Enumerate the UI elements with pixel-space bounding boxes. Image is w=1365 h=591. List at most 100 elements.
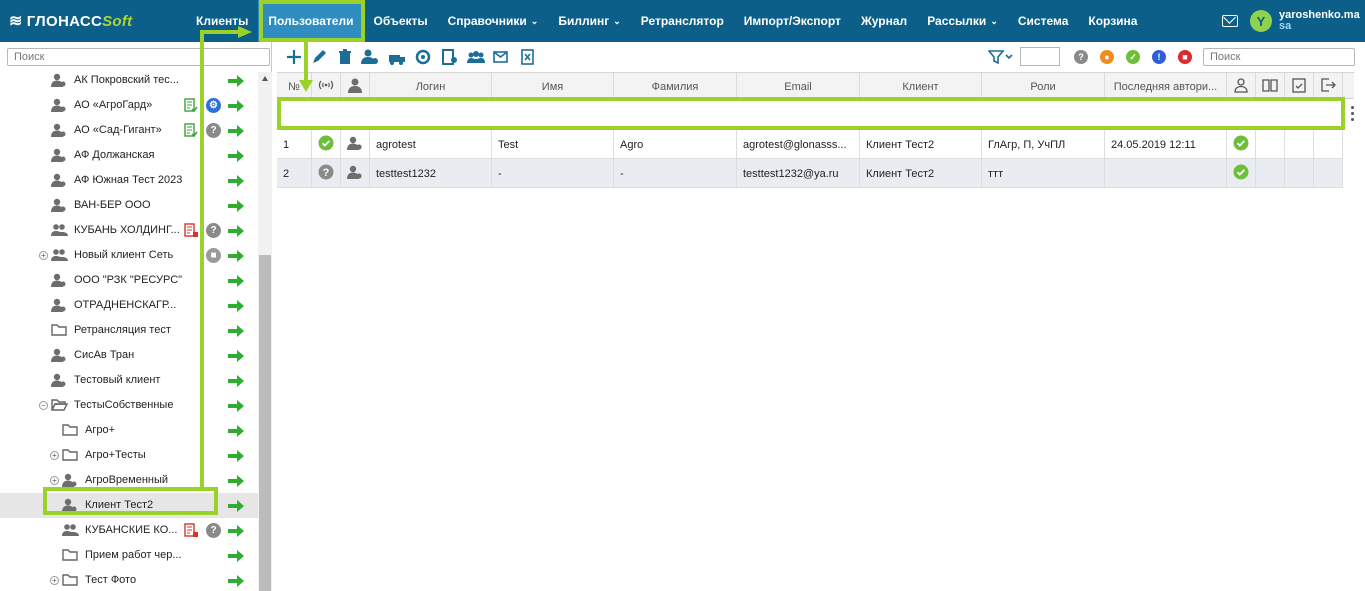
user-name-block[interactable]: yaroshenko.ma sa <box>1279 10 1365 32</box>
expand-icon[interactable]: + <box>50 476 59 485</box>
go-to-client-arrow-icon[interactable] <box>228 75 244 87</box>
go-to-client-arrow-icon[interactable] <box>228 125 244 137</box>
nav-tab-5[interactable]: Ретранслятор <box>631 0 734 42</box>
go-to-client-arrow-icon[interactable] <box>228 400 244 412</box>
tree-item[interactable]: АФ Южная Тест 2023 <box>0 168 258 193</box>
go-to-client-arrow-icon[interactable] <box>228 550 244 562</box>
tree-item[interactable]: ОТРАДНЕНСКАГР... <box>0 293 258 318</box>
status-filter-unknown-icon[interactable]: ? <box>1074 50 1088 64</box>
user-vehicle-button[interactable] <box>388 48 406 66</box>
app-logo[interactable]: ≋ ГЛОНАСС Soft <box>0 11 186 31</box>
delete-user-button[interactable] <box>336 48 354 66</box>
column-header[interactable]: Клиент <box>860 73 982 100</box>
nav-tab-10[interactable]: Корзина <box>1078 0 1147 42</box>
table-row[interactable]: 1 agrotest Test Agro agrotest@glonasss... Кли… <box>277 130 1343 159</box>
tree-item[interactable]: АО «Сад-Гигант»? <box>0 118 258 143</box>
column-header[interactable] <box>1285 73 1314 100</box>
status-filter-warning-icon[interactable]: ● <box>1100 50 1114 64</box>
user-tools-button[interactable] <box>415 48 433 66</box>
column-header[interactable]: Email <box>737 73 860 100</box>
tree-item[interactable]: + Агро+Тесты <box>0 443 258 468</box>
column-header[interactable]: Роли <box>982 73 1105 100</box>
tree-item[interactable]: + Новый клиент Сеть ■ <box>0 243 258 268</box>
nav-tab-7[interactable]: Журнал <box>851 0 917 42</box>
filter-button[interactable] <box>988 48 1014 66</box>
tree-item[interactable]: КУБАНСКИЕ КО...? <box>0 518 258 543</box>
tree-item[interactable]: ООО "РЗК "РЕСУРС" <box>0 268 258 293</box>
clients-search-input[interactable] <box>7 48 270 66</box>
status-filter-locked-icon[interactable]: ■ <box>1178 50 1192 64</box>
table-row[interactable]: 2? testtest1232- - testtest1232@ya.ru Клиент… <box>277 159 1343 188</box>
nav-tab-3[interactable]: Справочники ⌄ <box>438 0 549 42</box>
column-header[interactable]: Логин <box>370 73 492 100</box>
nav-tab-8[interactable]: Рассылки ⌄ <box>917 0 1008 42</box>
tree-item[interactable]: КУБАНЬ ХОЛДИНГ...? <box>0 218 258 243</box>
go-to-client-arrow-icon[interactable] <box>228 350 244 362</box>
go-to-client-arrow-icon[interactable] <box>228 525 244 537</box>
go-to-client-arrow-icon[interactable] <box>228 575 244 587</box>
column-header[interactable] <box>1227 73 1256 100</box>
column-header[interactable] <box>341 73 370 100</box>
tree-scrollbar-thumb[interactable] <box>259 255 271 591</box>
column-header[interactable] <box>1314 73 1343 100</box>
tree-item[interactable]: СисАв Тран <box>0 343 258 368</box>
go-to-client-arrow-icon[interactable] <box>228 450 244 462</box>
tree-item[interactable]: АК Покровский тес... <box>0 68 258 93</box>
go-to-client-arrow-icon[interactable] <box>228 325 244 337</box>
go-to-client-arrow-icon[interactable] <box>228 250 244 262</box>
edit-user-button[interactable] <box>310 48 328 66</box>
tree-item[interactable]: АФ Должанская <box>0 143 258 168</box>
go-to-client-arrow-icon[interactable] <box>228 425 244 437</box>
nav-tab-6[interactable]: Импорт/Экспорт <box>734 0 851 42</box>
tree-item[interactable]: Агро+ <box>0 418 258 443</box>
column-header[interactable]: Фамилия <box>614 73 737 100</box>
column-header[interactable]: Последняя автори... <box>1105 73 1227 100</box>
tree-item[interactable]: Ретрансляция тест <box>0 318 258 343</box>
scroll-up-icon[interactable] <box>262 76 268 81</box>
send-mail-button[interactable] <box>493 48 511 66</box>
tree-item[interactable]: Прием работ чер... <box>0 543 258 568</box>
go-to-client-arrow-icon[interactable] <box>228 200 244 212</box>
tree-item[interactable]: − ТестыСобственные <box>0 393 258 418</box>
expand-icon[interactable]: + <box>39 251 48 260</box>
expand-icon[interactable]: + <box>50 451 59 460</box>
tree-item[interactable]: ВАН-БЕР ООО <box>0 193 258 218</box>
go-to-client-arrow-icon[interactable] <box>228 300 244 312</box>
go-to-client-arrow-icon[interactable] <box>228 275 244 287</box>
table-cell <box>1105 159 1227 188</box>
mail-icon[interactable] <box>1222 15 1238 27</box>
go-to-client-arrow-icon[interactable] <box>228 225 244 237</box>
collapse-icon[interactable]: − <box>39 401 48 410</box>
nav-tab-2[interactable]: Объекты <box>363 0 437 42</box>
arrow-down-icon <box>299 80 313 92</box>
user-settings-doc-button[interactable] <box>441 48 459 66</box>
column-menu-button[interactable] <box>1351 106 1355 124</box>
user-settings-button[interactable] <box>361 48 379 66</box>
filter-value-input[interactable] <box>1020 47 1060 66</box>
tree-item[interactable]: + АгроВременный <box>0 468 258 493</box>
go-to-client-arrow-icon[interactable] <box>228 475 244 487</box>
avatar[interactable]: Y <box>1250 10 1272 32</box>
user-groups-button[interactable] <box>467 48 485 66</box>
go-to-client-arrow-icon[interactable] <box>228 150 244 162</box>
go-to-client-arrow-icon[interactable] <box>228 375 244 387</box>
users-search-input[interactable] <box>1203 48 1355 66</box>
nav-tab-9[interactable]: Система <box>1008 0 1079 42</box>
go-to-client-arrow-icon[interactable] <box>228 100 244 112</box>
tree-item[interactable]: АО «АгроГард» ⚙ <box>0 93 258 118</box>
export-excel-button[interactable] <box>519 48 537 66</box>
column-header[interactable] <box>1256 73 1285 100</box>
nav-tab-4[interactable]: Биллинг ⌄ <box>548 0 630 42</box>
status-filter-alert-icon[interactable]: ! <box>1152 50 1166 64</box>
status-filter-ok-icon[interactable]: ✓ <box>1126 50 1140 64</box>
column-header[interactable]: Имя <box>492 73 614 100</box>
expand-icon[interactable]: + <box>50 576 59 585</box>
go-to-client-arrow-icon[interactable] <box>228 500 244 512</box>
go-to-client-arrow-icon[interactable] <box>228 175 244 187</box>
tree-item[interactable]: + Тест Фото <box>0 568 258 591</box>
tree-item[interactable]: Тестовый клиент <box>0 368 258 393</box>
tree-item[interactable]: Клиент Тест2 <box>0 493 258 518</box>
column-header[interactable] <box>312 73 341 100</box>
nav-tab-1[interactable]: Пользователи <box>258 0 364 42</box>
add-user-button[interactable] <box>285 48 303 66</box>
